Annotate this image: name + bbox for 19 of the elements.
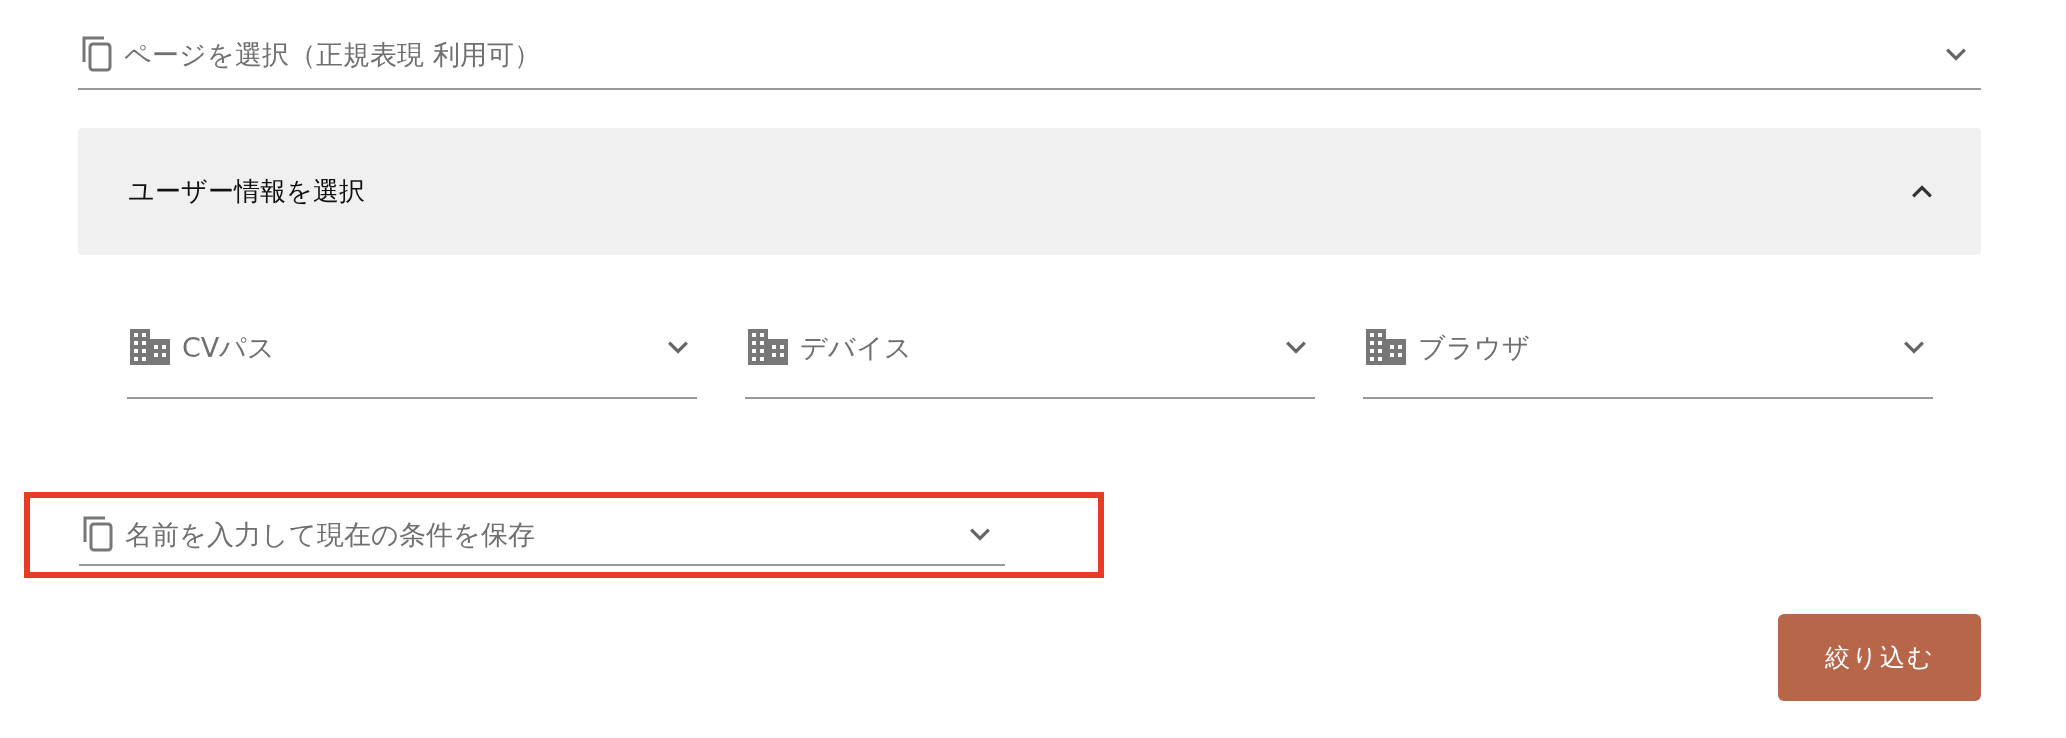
chevron-down-icon	[1285, 340, 1307, 354]
building-icon	[748, 329, 788, 365]
page-select-field[interactable]: ページを選択（正規表現 利用可）	[124, 38, 1933, 70]
filter-button[interactable]: 絞り込む	[1778, 614, 1981, 701]
building-icon	[1366, 329, 1406, 365]
panel-header[interactable]: ユーザー情報を選択	[78, 128, 1981, 255]
copy-icon	[83, 515, 113, 553]
panel-title: ユーザー情報を選択	[128, 175, 365, 208]
chevron-up-icon	[1911, 184, 1933, 199]
chevron-down-icon	[969, 527, 991, 541]
chevron-down-icon	[1945, 47, 1967, 61]
filter-select[interactable]: CVパス	[182, 331, 655, 363]
save-condition-field[interactable]: 名前を入力して現在の条件を保存	[125, 518, 957, 550]
filter-select[interactable]: ブラウザ	[1418, 331, 1891, 363]
filter-select[interactable]: デバイス	[800, 331, 1273, 363]
chevron-down-icon	[667, 340, 689, 354]
building-icon	[130, 329, 170, 365]
copy-icon	[82, 35, 112, 73]
chevron-down-icon	[1903, 340, 1925, 354]
